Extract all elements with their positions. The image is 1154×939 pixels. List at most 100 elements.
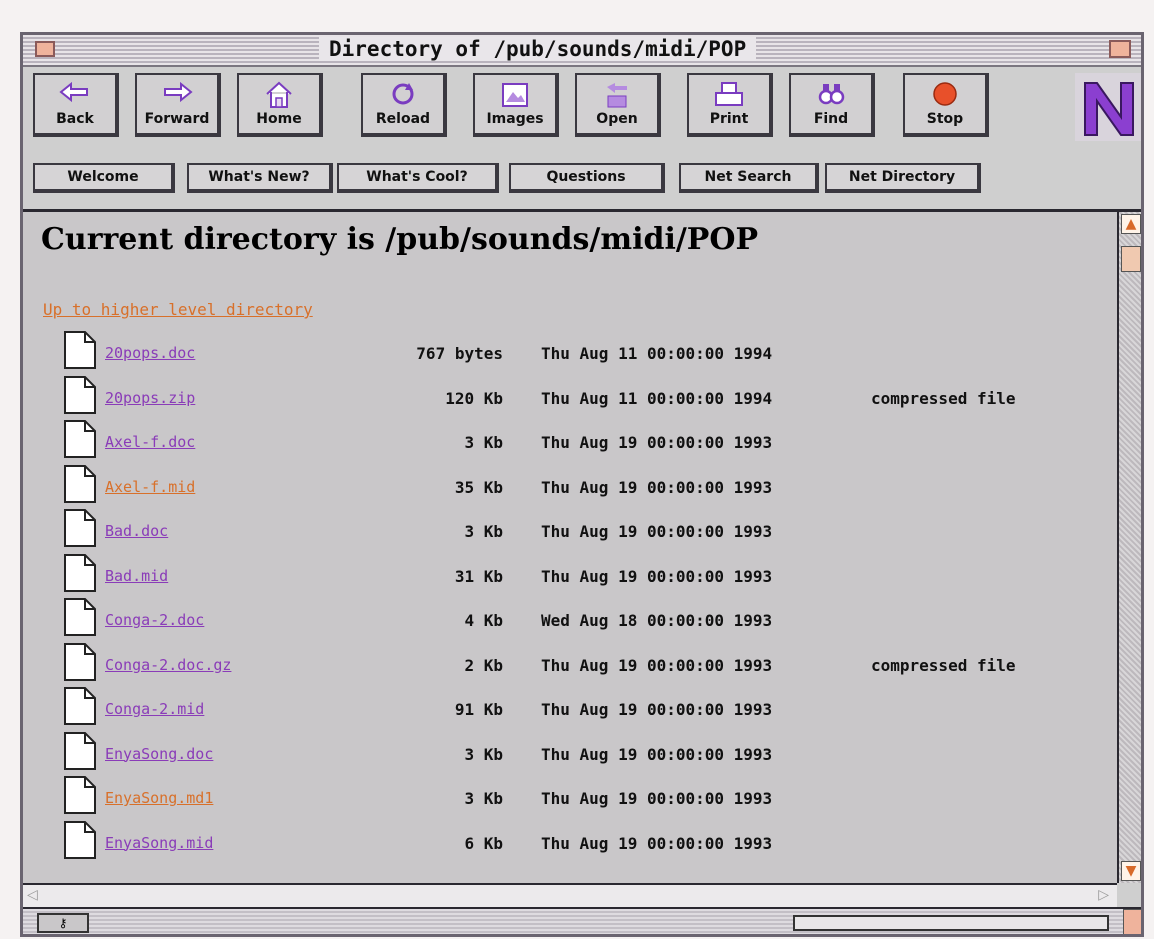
back-button[interactable]: Back (33, 73, 119, 137)
back-label: Back (56, 111, 94, 127)
document-icon (64, 553, 96, 592)
whats-cool-button[interactable]: What's Cool? (337, 163, 499, 193)
zoom-box-icon[interactable] (1109, 40, 1131, 58)
page-content: Current directory is /pub/sounds/midi/PO… (23, 212, 1117, 883)
title-bar[interactable]: Directory of /pub/sounds/midi/POP (23, 35, 1141, 67)
file-date: Thu Aug 19 00:00:00 1993 (541, 744, 773, 764)
scroll-right-arrow-icon[interactable]: ▷ (1098, 887, 1109, 903)
find-icon (818, 84, 845, 105)
document-icon (64, 776, 96, 814)
print-button[interactable]: Print (687, 73, 773, 137)
file-link[interactable]: Conga-2.doc (105, 611, 204, 629)
file-size: 3 Kb (464, 744, 503, 764)
window-title: Directory of /pub/sounds/midi/POP (319, 37, 757, 61)
file-link[interactable]: Bad.doc (105, 522, 168, 540)
find-label: Find (813, 111, 849, 127)
file-link[interactable]: EnyaSong.mid (105, 834, 213, 852)
file-link[interactable]: Conga-2.mid (105, 700, 204, 718)
document-icon (64, 331, 96, 369)
forward-button[interactable]: Forward (135, 73, 221, 137)
netscape-n-logo (1075, 73, 1141, 141)
file-size: 120 Kb (445, 388, 503, 408)
document-icon (64, 687, 96, 725)
document-icon (64, 375, 96, 414)
file-note: compressed file (871, 655, 1016, 675)
welcome-button[interactable]: Welcome (33, 163, 175, 193)
file-size: 767 bytes (416, 344, 503, 363)
file-row: Conga-2.doc 4 Kb Wed Aug 18 00:00:00 1993 (63, 597, 1103, 639)
find-button[interactable]: Find (789, 73, 875, 137)
reload-label: Reload (375, 111, 431, 127)
questions-button[interactable]: Questions (509, 163, 665, 193)
file-size: 3 Kb (464, 522, 503, 541)
file-row: Conga-2.mid 91 Kb Thu Aug 19 00:00:00 1993 (63, 686, 1103, 728)
document-icon (64, 509, 96, 547)
net-search-button[interactable]: Net Search (679, 163, 819, 193)
file-date: Thu Aug 11 00:00:00 1994 (541, 344, 773, 363)
file-size: 3 Kb (464, 789, 503, 808)
reload-button[interactable]: Reload (361, 73, 447, 137)
file-link[interactable]: 20pops.doc (105, 344, 195, 362)
resize-box-icon[interactable] (1123, 909, 1141, 934)
document-icon (64, 464, 96, 503)
home-button[interactable]: Home (237, 73, 323, 137)
file-link[interactable]: 20pops.zip (105, 389, 195, 407)
file-link[interactable]: EnyaSong.doc (105, 745, 213, 763)
scroll-up-arrow-icon[interactable]: ▲ (1121, 214, 1141, 234)
open-button[interactable]: Open (575, 73, 661, 137)
images-button[interactable]: Images (473, 73, 559, 137)
file-link[interactable]: Conga-2.doc.gz (105, 656, 231, 674)
file-link[interactable]: Axel-f.doc (105, 433, 195, 451)
browser-window: Directory of /pub/sounds/midi/POP Back F… (20, 32, 1144, 937)
file-date: Thu Aug 11 00:00:00 1994 (541, 388, 773, 408)
print-label: Print (709, 111, 749, 127)
stop-icon (933, 82, 957, 106)
file-date: Thu Aug 19 00:00:00 1993 (541, 789, 773, 808)
scroll-down-arrow-icon[interactable]: ▼ (1121, 861, 1141, 881)
document-icon (64, 731, 96, 770)
file-size: 35 Kb (454, 477, 503, 497)
file-row: Bad.mid 31 Kb Thu Aug 19 00:00:00 1993 (63, 553, 1103, 595)
file-date: Thu Aug 19 00:00:00 1993 (541, 522, 773, 541)
file-note: compressed file (871, 388, 1016, 408)
file-link[interactable]: Axel-f.mid (105, 478, 195, 496)
file-size: 31 Kb (454, 566, 503, 586)
open-label: Open (596, 111, 638, 127)
file-size: 2 Kb (464, 655, 503, 675)
file-date: Thu Aug 19 00:00:00 1993 (541, 477, 773, 497)
file-date: Thu Aug 19 00:00:00 1993 (541, 433, 773, 452)
open-icon (607, 83, 627, 108)
home-label: Home (256, 111, 302, 127)
file-link[interactable]: EnyaSong.md1 (105, 789, 213, 807)
stop-label: Stop (926, 111, 964, 127)
scroll-left-arrow-icon[interactable]: ◁ (27, 887, 38, 903)
close-box-icon[interactable] (35, 41, 55, 57)
file-date: Thu Aug 19 00:00:00 1993 (541, 655, 773, 675)
back-arrow-icon (59, 81, 88, 103)
progress-bar (793, 915, 1109, 931)
reload-icon (392, 83, 414, 105)
file-row: Bad.doc 3 Kb Thu Aug 19 00:00:00 1993 (63, 508, 1103, 550)
net-directory-button[interactable]: Net Directory (825, 163, 981, 193)
stop-button[interactable]: Stop (903, 73, 989, 137)
forward-label: Forward (144, 111, 210, 127)
file-date: Thu Aug 19 00:00:00 1993 (541, 700, 773, 719)
file-date: Wed Aug 18 00:00:00 1993 (541, 611, 773, 630)
file-size: 6 Kb (464, 833, 503, 853)
whats-new-button[interactable]: What's New? (187, 163, 333, 193)
parent-directory-link[interactable]: Up to higher level directory (43, 300, 313, 319)
file-row: EnyaSong.doc 3 Kb Thu Aug 19 00:00:00 1993 (63, 731, 1103, 773)
status-bar: ⚷ (23, 907, 1141, 934)
document-icon (64, 820, 96, 859)
forward-arrow-icon (164, 81, 193, 103)
security-key-icon: ⚷ (37, 913, 89, 933)
vertical-scrollbar[interactable]: ▲ ▼ (1117, 212, 1141, 883)
home-icon (266, 81, 292, 108)
document-icon (64, 420, 96, 458)
file-size: 4 Kb (464, 611, 503, 630)
file-link[interactable]: Bad.mid (105, 567, 168, 585)
scroll-thumb[interactable] (1121, 246, 1141, 272)
horizontal-scrollbar[interactable]: ◁ ▷ (23, 883, 1117, 907)
images-icon (502, 83, 528, 107)
file-row: Axel-f.mid 35 Kb Thu Aug 19 00:00:00 1993 (63, 464, 1103, 506)
